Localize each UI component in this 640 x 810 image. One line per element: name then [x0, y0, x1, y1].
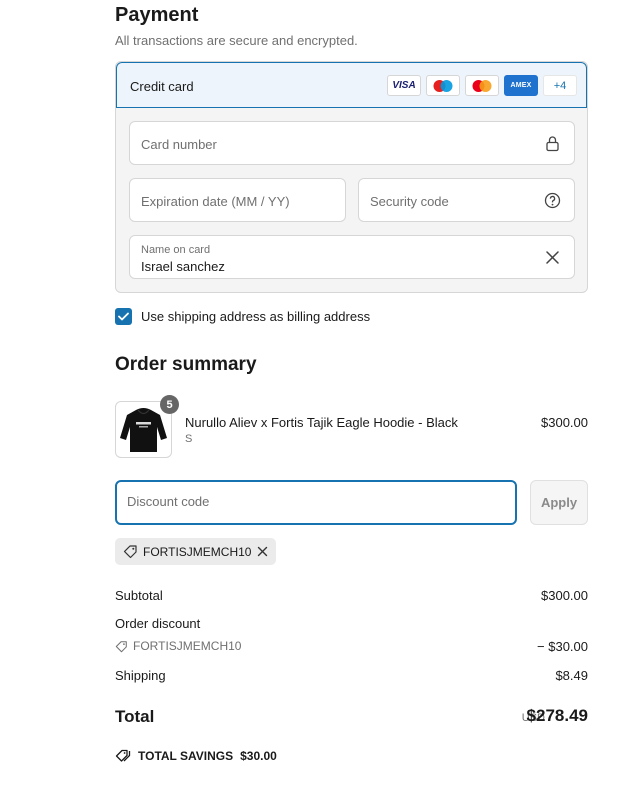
help-icon[interactable] — [544, 192, 561, 209]
payment-title: Payment — [115, 4, 199, 26]
total-value: $278.49 — [526, 706, 588, 725]
credit-card-option[interactable]: Credit card VISA AMEX +4 — [116, 62, 587, 108]
name-on-card-value: Israel sanchez — [141, 259, 225, 274]
discount-code-input[interactable] — [127, 494, 507, 509]
lock-icon — [546, 136, 559, 152]
tag-icon — [123, 545, 137, 559]
visa-icon: VISA — [387, 75, 421, 96]
checkmark-icon — [118, 312, 129, 320]
apply-button[interactable]: Apply — [530, 480, 588, 525]
name-on-card-label: Name on card — [141, 244, 211, 256]
product-name: Nurullo Aliev x Fortis Tajik Eagle Hoodi… — [185, 415, 458, 430]
expiration-date-field[interactable]: Expiration date (MM / YY) — [129, 178, 346, 222]
product-variant: S — [185, 433, 193, 445]
order-discount-code-text: FORTISJMEMCH10 — [133, 639, 242, 653]
more-brands-badge: +4 — [543, 75, 577, 96]
subtotal-value: $300.00 — [541, 588, 588, 603]
card-number-placeholder: Card number — [141, 137, 217, 152]
remove-discount-icon[interactable] — [257, 546, 268, 557]
total-savings-value: $30.00 — [240, 748, 277, 763]
amex-icon: AMEX — [504, 75, 538, 96]
mastercard-icon — [465, 75, 499, 96]
tag-icon — [115, 640, 127, 652]
product-price: $300.00 — [541, 415, 588, 430]
payment-subtitle: All transactions are secure and encrypte… — [115, 33, 358, 48]
shipping-value: $8.49 — [555, 668, 588, 683]
billing-checkbox-label: Use shipping address as billing address — [141, 308, 371, 324]
order-summary-title: Order summary — [115, 354, 257, 375]
shipping-label: Shipping — [115, 668, 166, 683]
security-code-placeholder: Security code — [370, 194, 449, 209]
order-discount-value: − $30.00 — [537, 639, 588, 654]
expiration-placeholder: Expiration date (MM / YY) — [141, 194, 290, 209]
applied-discount-code: FORTISJMEMCH10 — [143, 544, 252, 559]
subtotal-label: Subtotal — [115, 588, 163, 603]
maestro-icon — [426, 75, 460, 96]
payment-method-panel: Credit card VISA AMEX +4 Card number Exp… — [115, 61, 588, 293]
security-code-field[interactable]: Security code — [358, 178, 575, 222]
savings-tag-icon — [115, 749, 131, 762]
total-label: Total — [115, 707, 155, 726]
order-discount-code: FORTISJMEMCH10 — [115, 639, 241, 653]
applied-discount-chip: FORTISJMEMCH10 — [115, 538, 277, 565]
credit-card-label: Credit card — [130, 79, 194, 94]
card-number-field[interactable]: Card number — [129, 121, 575, 165]
billing-address-option[interactable]: Use shipping address as billing address — [115, 307, 370, 325]
billing-checkbox[interactable] — [115, 307, 132, 325]
quantity-badge: 5 — [160, 395, 179, 414]
order-discount-label: Order discount — [115, 616, 201, 631]
discount-code-field[interactable] — [115, 480, 517, 525]
total-savings-label: TOTAL SAVINGS — [138, 748, 234, 763]
total-savings: TOTAL SAVINGS $30.00 — [115, 748, 277, 763]
name-on-card-field[interactable]: Name on card Israel sanchez — [129, 235, 575, 279]
clear-icon[interactable] — [544, 249, 561, 266]
